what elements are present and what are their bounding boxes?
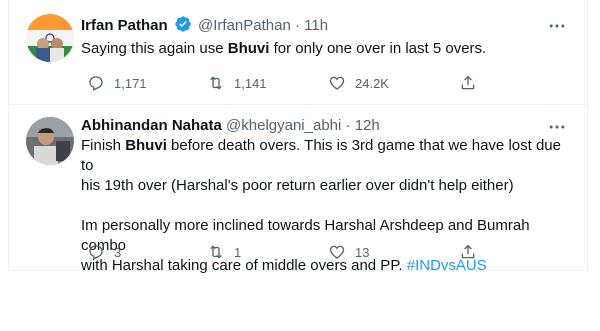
avatar[interactable] <box>26 117 74 165</box>
reply-count: 3 <box>114 244 122 260</box>
handle[interactable]: @IrfanPathan <box>198 17 291 34</box>
text-segment: Finish <box>81 137 126 154</box>
retweet-count: 1,141 <box>234 75 267 91</box>
text-segment: Saying this again use <box>81 40 228 57</box>
like-count: 24.2K <box>355 75 389 91</box>
separator: · <box>345 117 351 134</box>
separator: · <box>295 17 300 34</box>
retweet-button[interactable]: 1 <box>207 242 241 262</box>
text-segment: for only one over in last 5 overs. <box>269 40 487 57</box>
handle[interactable]: @khelgyani_abhi <box>226 117 341 134</box>
timestamp[interactable]: 12h <box>355 117 380 134</box>
tweet-actions: 1,171 1,141 24.2K <box>81 73 501 93</box>
verified-badge-icon <box>174 15 192 39</box>
retweet-icon <box>210 76 222 90</box>
share-button[interactable] <box>459 242 477 262</box>
tweet-text: Saying this again use Bhuvi for only one… <box>81 39 571 59</box>
tweet[interactable]: Irfan Pathan @IrfanPathan · 11h Saying t… <box>9 0 587 105</box>
like-icon <box>329 76 345 90</box>
reply-icon <box>89 76 103 91</box>
tweet-header: Irfan Pathan @IrfanPathan · 11h <box>81 15 328 39</box>
like-button[interactable]: 13 <box>328 242 369 262</box>
reply-count: 1,171 <box>114 75 147 91</box>
bold-text: Bhuvi <box>125 137 167 154</box>
more-icon[interactable] <box>547 16 567 36</box>
more-icon[interactable] <box>547 117 567 137</box>
reply-button[interactable]: 1,171 <box>87 73 147 93</box>
retweet-icon <box>210 245 222 259</box>
tweet-header: Abhinandan Nahata @khelgyani_abhi · 12h <box>81 116 380 136</box>
share-icon <box>461 244 475 259</box>
avatar[interactable] <box>26 14 74 62</box>
display-name[interactable]: Abhinandan Nahata <box>81 117 222 134</box>
tweet[interactable]: Abhinandan Nahata @khelgyani_abhi · 12h … <box>9 105 587 274</box>
text-line: his 19th over (Harshal's poor return ear… <box>81 177 514 194</box>
tweet-actions: 3 1 13 <box>81 242 501 262</box>
like-button[interactable]: 24.2K <box>328 73 389 93</box>
share-button[interactable] <box>459 73 477 93</box>
retweet-button[interactable]: 1,141 <box>207 73 267 93</box>
retweet-count: 1 <box>234 244 242 260</box>
share-icon <box>461 75 475 90</box>
timestamp[interactable]: 11h <box>304 17 328 34</box>
reply-icon <box>89 245 103 260</box>
bold-text: Bhuvi <box>227 40 270 57</box>
like-count: 13 <box>355 244 370 260</box>
tweet-feed: Irfan Pathan @IrfanPathan · 11h Saying t… <box>8 0 588 274</box>
reply-button[interactable]: 3 <box>87 242 121 262</box>
display-name[interactable]: Irfan Pathan <box>81 17 168 34</box>
like-icon <box>329 245 345 259</box>
